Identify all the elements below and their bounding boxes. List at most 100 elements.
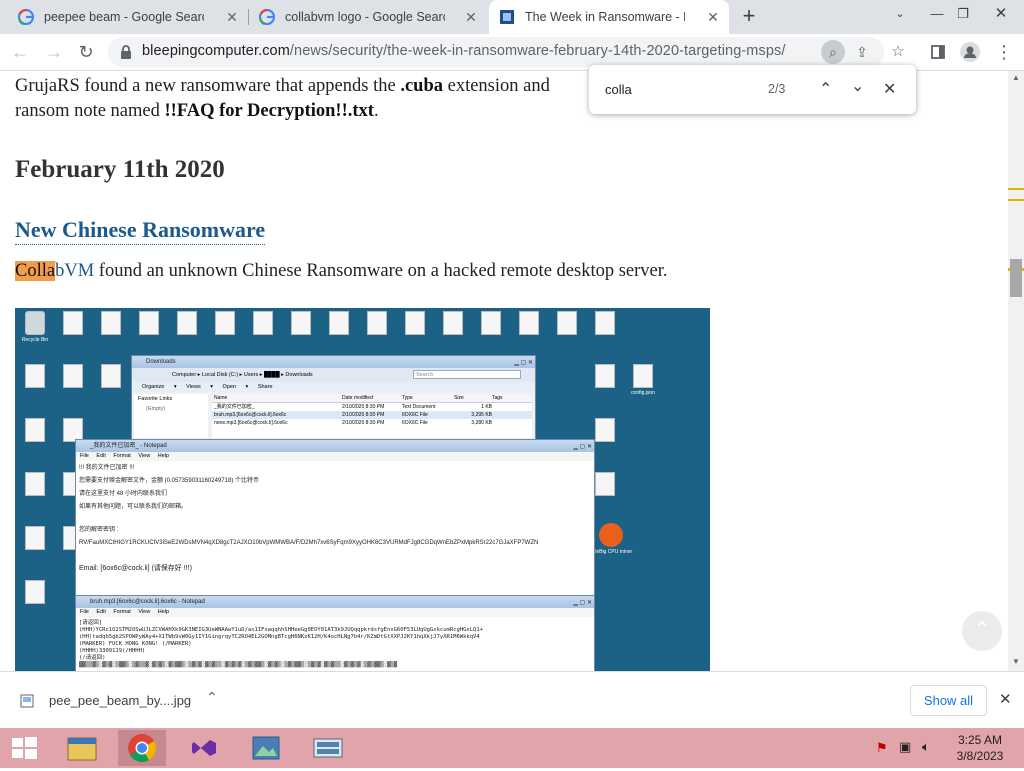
- profile-avatar[interactable]: [956, 38, 984, 66]
- keyboard-app-taskbar-icon[interactable]: [304, 730, 352, 766]
- file-date: 2/10/2020 8:30 PM: [342, 420, 385, 426]
- find-close-button[interactable]: ✕: [883, 79, 896, 99]
- close-tab-icon[interactable]: ✕: [224, 9, 240, 25]
- window-controls-icon[interactable]: ▁ ▢ ✕: [514, 357, 533, 369]
- new-tab-button[interactable]: +: [737, 5, 761, 29]
- photos-taskbar-icon[interactable]: [242, 730, 290, 766]
- format-menu[interactable]: Format: [113, 609, 130, 615]
- help-menu[interactable]: Help: [158, 609, 169, 615]
- scrollbar-thumb[interactable]: [1010, 259, 1022, 297]
- tab-collabvm-logo-search[interactable]: collabvm logo - Google Search ✕: [249, 0, 487, 34]
- ransom-note-notepad-window[interactable]: _我的文件已加密_ - Notepad ▁ ▢ ✕ File Edit Forma…: [75, 439, 595, 599]
- window-controls-icon[interactable]: ▁ ▢ ✕: [573, 597, 592, 609]
- view-menu[interactable]: View: [138, 453, 150, 459]
- volume-icon[interactable]: 🔈︎: [922, 739, 930, 755]
- desktop-file-icon: [169, 311, 205, 355]
- bookmark-star-icon[interactable]: ☆: [884, 38, 912, 66]
- window-controls-icon[interactable]: ▁ ▢ ✕: [573, 441, 592, 453]
- format-menu[interactable]: Format: [113, 453, 130, 459]
- file-menu[interactable]: File: [80, 453, 89, 459]
- desktop-file-icon: [131, 311, 167, 355]
- column-date[interactable]: Date modified: [342, 394, 402, 402]
- side-panel-icon[interactable]: [924, 38, 952, 66]
- search-in-page-icon[interactable]: ⌕: [821, 40, 845, 64]
- find-highlight: Colla: [15, 261, 56, 281]
- visual-studio-taskbar-icon[interactable]: [180, 730, 228, 766]
- tab-peepee-beam-search[interactable]: peepee beam - Google Search ✕: [8, 0, 248, 34]
- close-downloads-bar-icon[interactable]: ✕: [999, 690, 1012, 708]
- scroll-down-arrow-icon[interactable]: ▼: [1012, 657, 1020, 666]
- find-match-marker: [1008, 199, 1024, 201]
- close-window-button[interactable]: ✕: [984, 0, 1018, 30]
- file-row[interactable]: bruh.mp3.[6ox6c@cock.li].6ox6c 2/10/2020…: [212, 411, 532, 419]
- note-line: 您需要支付赎金解密文件，金额 (0.057359031160249718) 个比…: [79, 478, 259, 484]
- view-menu[interactable]: View: [138, 609, 150, 615]
- download-filename[interactable]: pee_pee_beam_by....jpg: [49, 693, 191, 708]
- text-span: .: [373, 101, 379, 121]
- url-path: /news/security/the-week-in-ransomware-fe…: [289, 43, 786, 59]
- desktop-file-icon: [17, 418, 53, 462]
- section-heading-link[interactable]: New Chinese Ransomware: [15, 217, 266, 245]
- tab-search-chevron-icon[interactable]: ⌄: [883, 0, 917, 30]
- close-tab-icon[interactable]: ✕: [705, 9, 721, 25]
- explorer-search-input[interactable]: Search: [413, 370, 521, 379]
- tab-week-in-ransomware[interactable]: The Week in Ransomware - Febr ✕: [489, 0, 729, 34]
- desktop-file-icon: [283, 311, 319, 355]
- scroll-to-top-button[interactable]: ⌃: [962, 611, 1002, 651]
- file-row[interactable]: _我的文件已加密_ 2/10/2020 8:30 PM Text Documen…: [212, 403, 532, 411]
- organize-menu[interactable]: Organize ▾: [142, 384, 177, 390]
- desktop-file-icon: [55, 311, 91, 355]
- show-all-downloads-button[interactable]: Show all: [910, 685, 987, 716]
- file-name: _我的文件已加密_: [214, 404, 255, 410]
- network-icon[interactable]: ▣: [899, 739, 911, 755]
- column-type[interactable]: Type: [402, 394, 454, 402]
- windows-taskbar: ⚑ ▣ 🔈︎ 3:25 AM 3/8/2023: [0, 728, 1024, 768]
- system-clock[interactable]: 3:25 AM 3/8/2023: [952, 732, 1008, 764]
- start-button[interactable]: [0, 730, 48, 766]
- file-row[interactable]: none.mp3.[6ox6c@cock.li].6ox6c 2/10/2020…: [212, 419, 532, 427]
- desktop-file-icon: [17, 526, 53, 570]
- url-text: bleepingcomputer.com/news/security/the-w…: [142, 43, 785, 59]
- column-size[interactable]: Size: [454, 394, 492, 402]
- find-next-button[interactable]: ⌄: [851, 76, 864, 96]
- icon-label: config.json: [631, 390, 655, 396]
- ransomware-screenshot-image[interactable]: Recycle Bin config.json XeBig CPU miner: [15, 308, 710, 671]
- file-menu[interactable]: File: [80, 609, 89, 615]
- page-scrollbar[interactable]: ▲ ▼: [1008, 71, 1024, 671]
- find-match-count: 2/3: [768, 82, 786, 96]
- file-explorer-taskbar-icon[interactable]: [58, 730, 106, 766]
- edit-menu[interactable]: Edit: [96, 609, 105, 615]
- notepad-text-area[interactable]: !!! 我的文件已加密 !!! 您需要支付赎金解密文件，金额 (0.057359…: [76, 461, 594, 597]
- file-size: 1 KB: [481, 404, 492, 410]
- explorer-address-bar[interactable]: Computer ▸ Local Disk (C:) ▸ Users ▸ ███…: [132, 368, 535, 382]
- address-bar[interactable]: bleepingcomputer.com/news/security/the-w…: [108, 37, 884, 67]
- find-input[interactable]: colla: [605, 82, 632, 97]
- views-menu[interactable]: Views ▾: [186, 384, 213, 390]
- desktop-file-icon: [473, 311, 509, 355]
- collabvm-link[interactable]: bVM: [55, 261, 94, 281]
- restore-button[interactable]: ❐: [946, 0, 980, 30]
- reload-button[interactable]: ↻: [72, 38, 100, 66]
- chrome-taskbar-icon[interactable]: [118, 730, 166, 766]
- find-previous-button[interactable]: ⌃: [819, 79, 832, 99]
- scroll-up-arrow-icon[interactable]: ▲: [1012, 73, 1020, 82]
- desktop-file-icon: [359, 311, 395, 355]
- open-menu[interactable]: Open ▾: [223, 384, 249, 390]
- share-menu[interactable]: Share: [258, 384, 273, 390]
- help-menu[interactable]: Help: [158, 453, 169, 459]
- download-options-chevron-icon[interactable]: ⌃: [206, 689, 218, 706]
- edit-menu[interactable]: Edit: [96, 453, 105, 459]
- share-icon[interactable]: ⇪: [850, 40, 874, 64]
- column-tags[interactable]: Tags: [492, 394, 522, 402]
- action-center-flag-icon[interactable]: ⚑: [876, 740, 888, 756]
- desktop-file-icon: [321, 311, 357, 355]
- encrypted-file-notepad-window[interactable]: bruh.mp3.[6ox6c@cock.li].6ox6c - Notepad…: [75, 595, 595, 671]
- forward-button[interactable]: →: [40, 38, 68, 66]
- notepad-text-area[interactable]: [请返回] (HHH)YCRc1O2STM2OSwUJLZCVWAHXk9GK3…: [76, 617, 594, 671]
- tab-strip: peepee beam - Google Search ✕ collabvm l…: [0, 0, 1024, 34]
- menu-kebab-icon[interactable]: ⋮: [990, 38, 1018, 66]
- back-button[interactable]: ←: [6, 38, 34, 66]
- close-tab-icon[interactable]: ✕: [463, 9, 479, 25]
- column-name[interactable]: Name: [212, 394, 342, 402]
- explorer-window[interactable]: Downloads ▁ ▢ ✕ Computer ▸ Local Disk (C:…: [131, 355, 536, 441]
